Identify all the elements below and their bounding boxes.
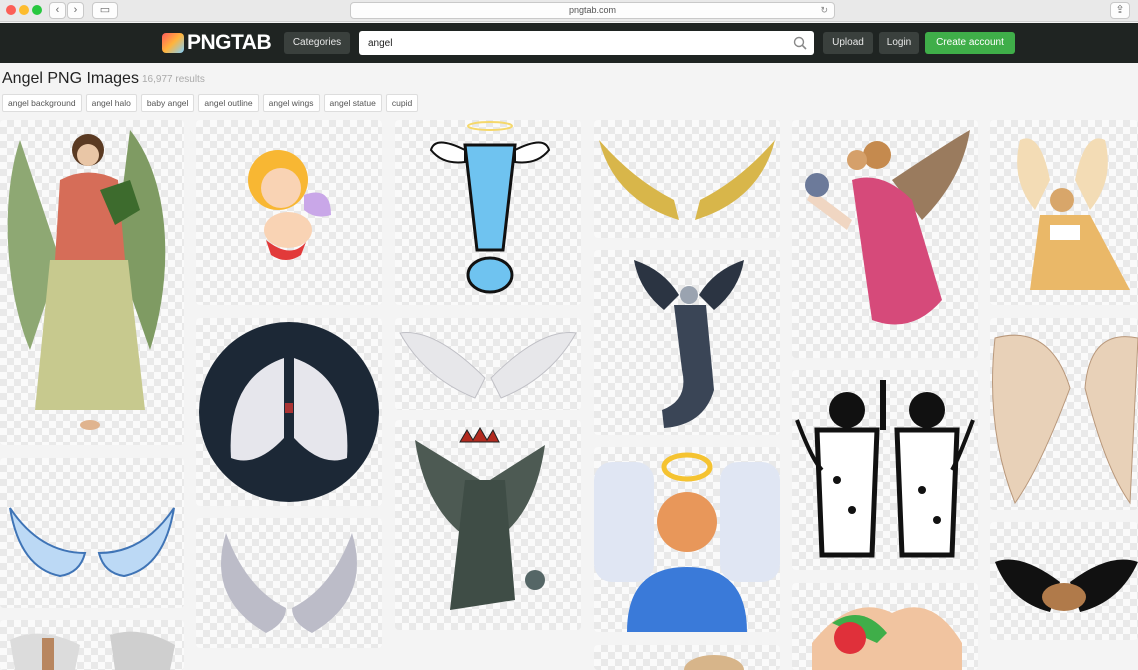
- logo-text: PNGTAB: [187, 31, 272, 54]
- image-card-angel-embracing-child[interactable]: [792, 120, 978, 358]
- partial-image-illustration: [684, 655, 744, 670]
- image-card-bread-partial[interactable]: [594, 645, 780, 670]
- tag-chip[interactable]: angel background: [2, 94, 82, 112]
- grey-wings-illustration: [221, 533, 357, 633]
- tag-chip[interactable]: angel statue: [323, 94, 382, 112]
- tag-chip[interactable]: baby angel: [140, 94, 195, 112]
- statue-crown-illustration: [415, 427, 545, 610]
- image-card-beige-wings[interactable]: [990, 318, 1138, 510]
- logo-icon: [162, 33, 184, 53]
- tag-chip[interactable]: angel wings: [262, 94, 320, 112]
- image-card-ribbon-bow[interactable]: [792, 583, 978, 670]
- black-wings-illustration: [995, 559, 1138, 612]
- address-bar[interactable]: pngtab.com ↻: [350, 2, 835, 19]
- search-bar: [359, 31, 814, 55]
- search-icon[interactable]: [793, 36, 807, 50]
- image-card-exclamation-mark-wings-halo[interactable]: [395, 120, 581, 305]
- categories-button[interactable]: Categories: [284, 32, 350, 54]
- site-logo[interactable]: PNGTAB: [162, 31, 272, 55]
- maximize-window-icon[interactable]: [32, 5, 42, 15]
- dark-statue-illustration: [634, 260, 744, 428]
- tag-chip[interactable]: cupid: [385, 94, 419, 112]
- angel-child-illustration: [805, 130, 970, 325]
- tag-chip[interactable]: angel halo: [85, 94, 137, 112]
- image-card-white-wings-dark-circle[interactable]: [196, 318, 382, 506]
- search-input[interactable]: [359, 31, 779, 55]
- image-card-golden-wings[interactable]: [594, 120, 780, 238]
- vintage-angel-illustration: [7, 130, 166, 430]
- cupid-illustration: [248, 150, 331, 260]
- site-header: PNGTAB Categories Upload Login Create ac…: [0, 23, 1138, 63]
- image-card-grey-wings[interactable]: [196, 518, 382, 648]
- sidebar-toggle-button[interactable]: ▭: [92, 2, 118, 19]
- image-card-angel-with-book[interactable]: [990, 120, 1138, 305]
- wings-in-circle-illustration: [199, 322, 379, 502]
- beige-wings-illustration: [992, 334, 1138, 505]
- back-button[interactable]: ‹: [49, 2, 66, 19]
- angel-figure-illustration: [10, 631, 175, 670]
- image-card-angel-icon-halo[interactable]: [594, 447, 780, 632]
- reload-icon[interactable]: ↻: [820, 3, 828, 18]
- minimize-window-icon[interactable]: [19, 5, 29, 15]
- white-wings-illustration: [399, 332, 577, 399]
- result-count: 16,977 results: [142, 74, 205, 85]
- exclamation-wings-illustration: [429, 121, 551, 294]
- image-card-white-wings-spread[interactable]: [395, 318, 581, 410]
- tag-chip[interactable]: angel outline: [198, 94, 259, 112]
- image-card-cupid-cartoon[interactable]: [196, 120, 382, 305]
- close-window-icon[interactable]: [6, 5, 16, 15]
- image-card-blue-outline-wings[interactable]: [0, 458, 184, 608]
- image-card-vintage-angel-green-robe[interactable]: [0, 120, 184, 445]
- tag-list: angel background angel halo baby angel a…: [2, 94, 419, 112]
- image-card-angel-statue-crown[interactable]: [395, 420, 581, 630]
- image-card-angel-wings-figure[interactable]: [0, 620, 184, 670]
- create-account-button[interactable]: Create account: [925, 32, 1015, 54]
- image-card-dark-angel-statue[interactable]: [594, 250, 780, 435]
- golden-wings-illustration: [599, 140, 775, 220]
- browser-toolbar: ‹ › ▭ pngtab.com ↻ ⇪: [0, 0, 1138, 22]
- angel-book-illustration: [1017, 138, 1130, 290]
- ribbon-bow-illustration: [812, 607, 962, 670]
- forward-button[interactable]: ›: [67, 2, 84, 19]
- image-card-angel-silhouettes-candle[interactable]: [792, 370, 978, 570]
- blue-wings-illustration: [9, 507, 175, 578]
- page-title: Angel PNG Images: [2, 70, 139, 87]
- image-card-black-wings-hands[interactable]: [990, 522, 1138, 640]
- silhouettes-illustration: [795, 380, 975, 558]
- upload-button[interactable]: Upload: [823, 32, 873, 54]
- angel-icon-illustration: [594, 452, 780, 632]
- login-button[interactable]: Login: [879, 32, 919, 54]
- address-text: pngtab.com: [568, 5, 617, 15]
- share-button[interactable]: ⇪: [1110, 2, 1130, 19]
